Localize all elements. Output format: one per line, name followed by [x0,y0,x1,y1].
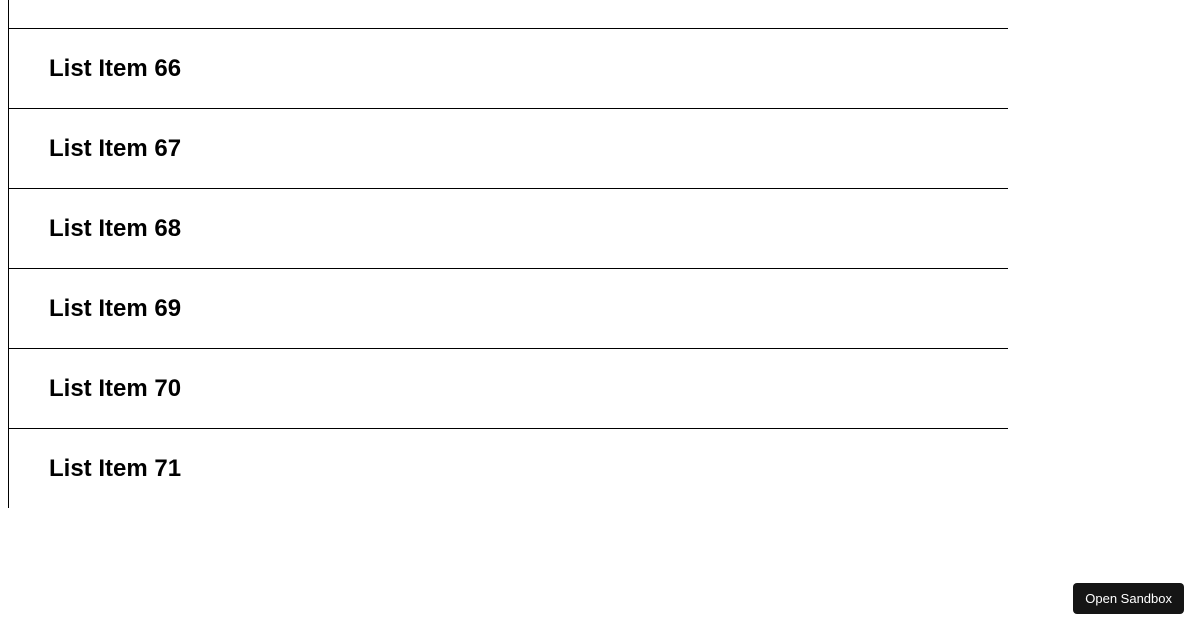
list-item[interactable]: List Item 70 [9,348,1008,428]
list-item-label: List Item 65 [49,0,181,3]
list-item-label: List Item 69 [49,295,181,323]
list-item-label: List Item 68 [49,215,181,243]
list-item[interactable]: List Item 67 [9,108,1008,188]
list-container[interactable]: List Item 65 List Item 66 List Item 67 L… [8,0,1008,508]
list-item[interactable]: List Item 69 [9,268,1008,348]
list-item[interactable]: List Item 66 [9,28,1008,108]
list-item-label: List Item 70 [49,375,181,403]
list-item[interactable]: List Item 65 [9,0,1008,28]
list-item-label: List Item 67 [49,135,181,163]
list-item[interactable]: List Item 68 [9,188,1008,268]
open-sandbox-button[interactable]: Open Sandbox [1073,583,1184,614]
list-item-label: List Item 71 [49,455,181,483]
list-item[interactable]: List Item 71 [9,428,1008,508]
list-item-label: List Item 66 [49,55,181,83]
